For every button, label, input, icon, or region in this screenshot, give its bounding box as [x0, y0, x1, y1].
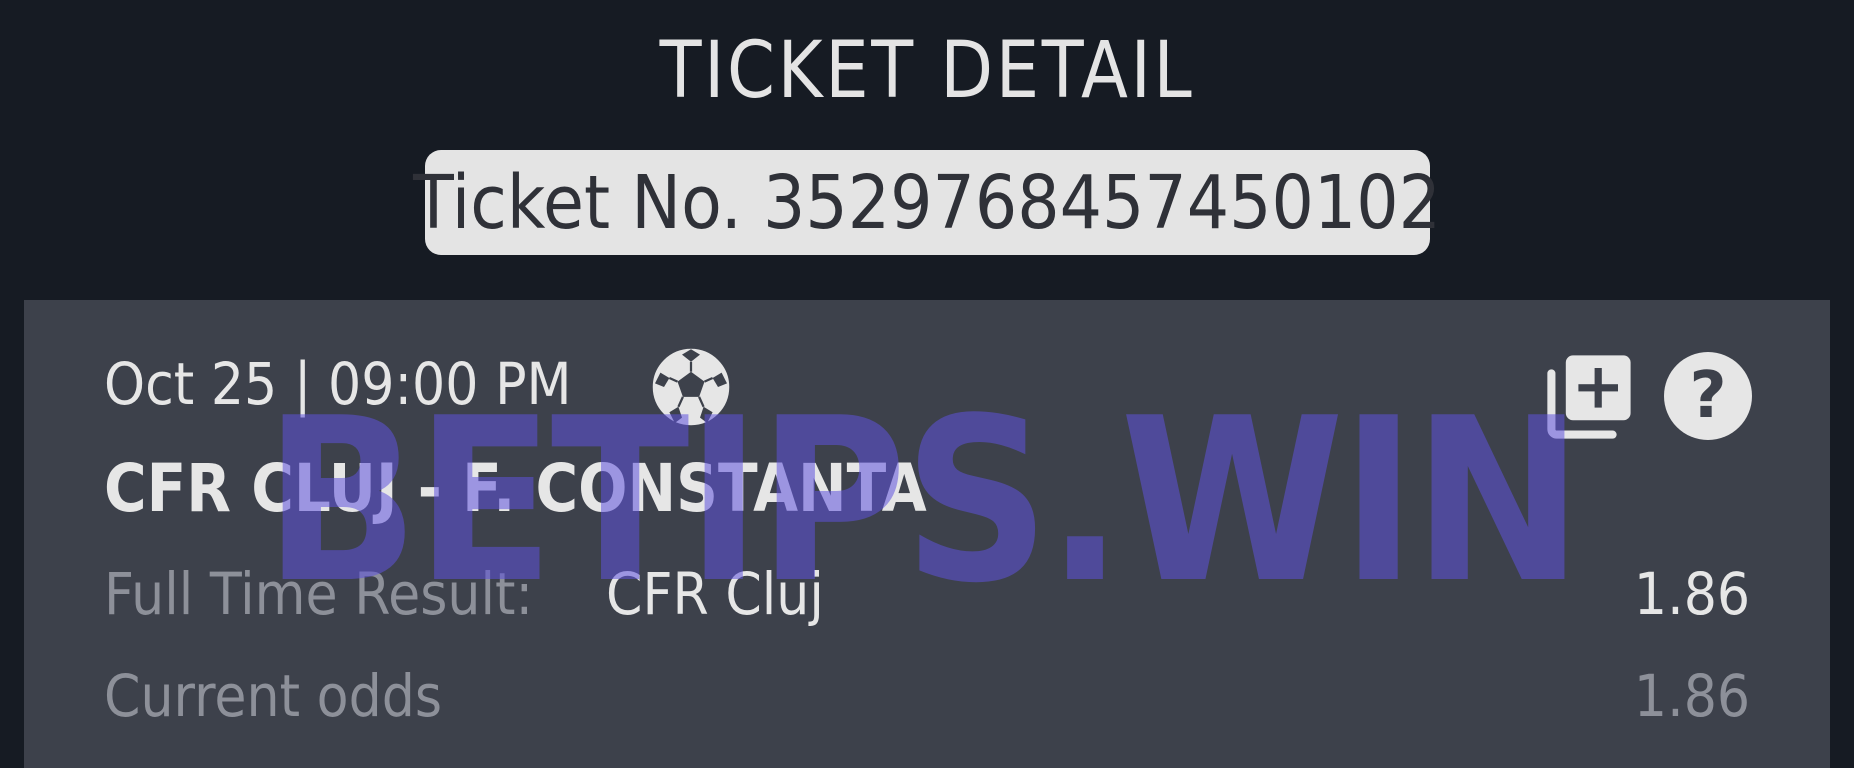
ticket-detail-page: TICKET DETAIL Ticket No. 352976845745010… [0, 0, 1854, 768]
event-datetime: Oct 25 | 09:00 PM [104, 350, 572, 418]
library-add-icon[interactable] [1546, 350, 1636, 440]
current-odds-label: Current odds [104, 662, 443, 730]
market-label: Full Time Result: [104, 560, 534, 628]
selection-pick: CFR Cluj [606, 560, 824, 628]
bet-selection-card: Oct 25 | 09:00 PM ? CFR CLUJ - F. CONSTA… [24, 300, 1830, 768]
ticket-number-badge: Ticket No. 3529768457450102 [414, 150, 1441, 255]
help-icon[interactable]: ? [1664, 352, 1752, 440]
soccer-ball-icon [650, 346, 732, 428]
current-odds-value: 1.86 [1633, 662, 1750, 730]
match-title: CFR CLUJ - F. CONSTANTA [104, 450, 927, 527]
selection-odds: 1.86 [1633, 560, 1750, 628]
ticket-number: Ticket No. 3529768457450102 [413, 159, 1442, 246]
page-title: TICKET DETAIL [659, 26, 1195, 116]
